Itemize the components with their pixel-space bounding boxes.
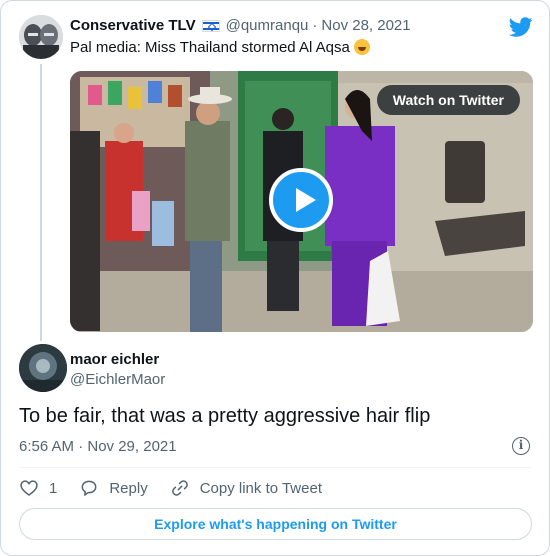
parent-tweet-text-body: Pal media: Miss Thailand stormed Al Aqsa <box>70 39 350 56</box>
twitter-bird-icon[interactable] <box>509 15 533 39</box>
reply-timestamp[interactable]: 6:56 AM · Nov 29, 2021 <box>19 438 177 455</box>
parent-tweet-header: Conservative TLV @qumranqu · Nov 28, 202… <box>70 17 411 34</box>
reply-author-name[interactable]: maor eichler <box>70 351 159 368</box>
reply-button[interactable]: Reply <box>79 478 148 498</box>
reply-label: Reply <box>109 479 148 497</box>
copy-link-label: Copy link to Tweet <box>199 479 322 497</box>
parent-tweet-text: Pal media: Miss Thailand stormed Al Aqsa <box>70 39 370 56</box>
like-count: 1 <box>49 479 58 497</box>
header-separator: · <box>312 17 318 34</box>
embedded-tweet-card: Conservative TLV @qumranqu · Nov 28, 202… <box>0 0 550 556</box>
reply-bubble-icon <box>81 480 97 496</box>
explore-twitter-button[interactable]: Explore what's happening on Twitter <box>19 508 532 540</box>
copy-link-button[interactable]: Copy link to Tweet <box>170 478 322 498</box>
tweet-video-media[interactable]: Watch on Twitter <box>70 71 533 332</box>
heart-icon <box>20 480 38 497</box>
like-button[interactable]: 1 <box>19 478 57 498</box>
reply-author-handle[interactable]: @EichlerMaor <box>70 371 165 388</box>
avatar-conservative-tlv[interactable] <box>19 15 63 59</box>
parent-tweet-date[interactable]: Nov 28, 2021 <box>321 17 410 34</box>
reply-tweet-text: To be fair, that was a pretty aggressive… <box>19 405 431 427</box>
divider <box>19 467 531 468</box>
israel-flag-icon <box>201 19 220 32</box>
parent-author-name[interactable]: Conservative TLV <box>70 17 196 34</box>
parent-author-handle[interactable]: @qumranqu <box>226 17 309 34</box>
info-icon[interactable]: i <box>512 437 530 455</box>
thread-line <box>40 64 42 341</box>
avatar-maor-eichler[interactable] <box>19 344 67 392</box>
action-bar: 1 Reply Copy link to Tweet <box>19 478 344 498</box>
watch-on-twitter-button[interactable]: Watch on Twitter <box>376 85 520 115</box>
link-icon <box>171 480 188 496</box>
play-icon[interactable] <box>269 168 333 232</box>
laughing-tears-emoji-icon <box>353 39 370 55</box>
